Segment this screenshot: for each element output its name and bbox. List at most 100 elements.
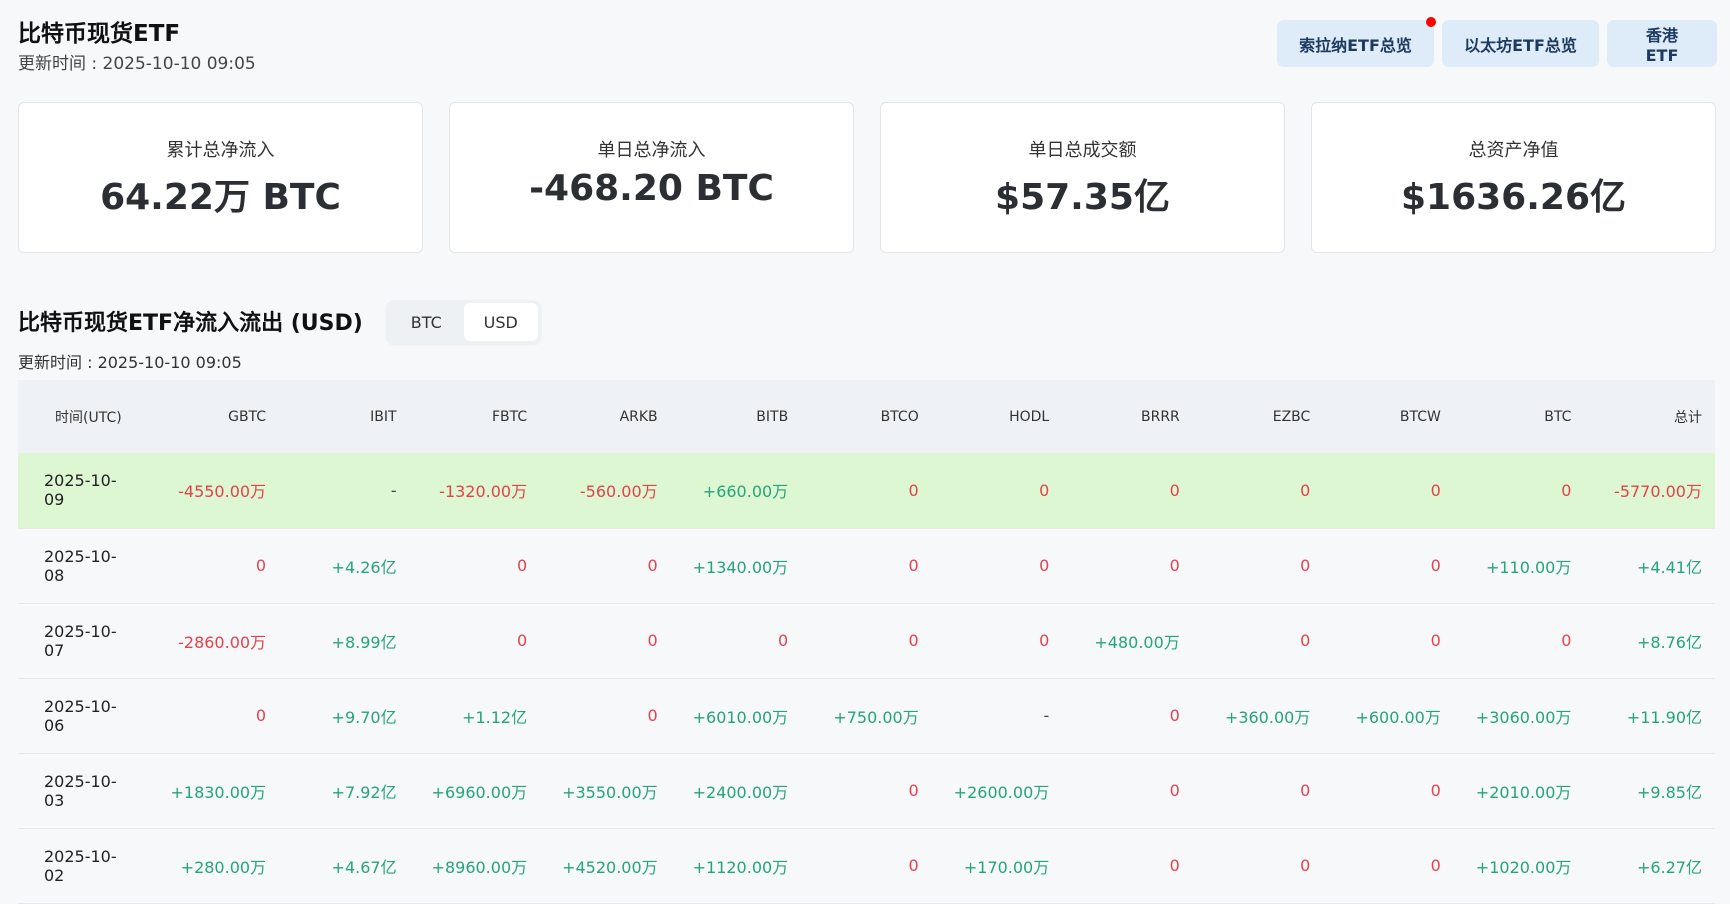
flow-cell: 0 xyxy=(1062,453,1193,529)
flow-cell: +1120.00万 xyxy=(670,828,802,904)
section-title: 比特币现货ETF净流入流出 (USD) xyxy=(18,311,363,336)
flow-cell: +8960.00万 xyxy=(409,828,541,904)
date-cell: 2025-10-09 xyxy=(18,453,149,529)
flow-cell: +3550.00万 xyxy=(540,753,671,829)
table-row: 2025-10-08 0 +4.26亿 0 0 +1340.00万 0 0 0 0 0 +110.00… xyxy=(18,528,1715,604)
flow-cell: +4.26亿 xyxy=(279,528,410,604)
card-label: 总资产净值 xyxy=(1468,140,1559,161)
etf-flow-table: 时间(UTC) GBTC IBIT FBTC ARKB BITB BTCO HODL BRRR E… xyxy=(18,380,1715,904)
flow-cell: +280.00万 xyxy=(148,828,280,904)
column-header: GBTC xyxy=(148,380,280,453)
date-cell: 2025-10-08 xyxy=(18,528,149,604)
card-value: $1636.26亿 xyxy=(1400,177,1627,218)
flow-cell: 0 xyxy=(540,678,671,754)
flow-cell: 0 xyxy=(1062,528,1193,604)
page-updated-time: 更新时间 : 2025-10-10 09:05 xyxy=(18,54,256,74)
card-daily-net-inflow: 单日总净流入 -468.20 BTC xyxy=(449,102,854,253)
flow-cell: 0 xyxy=(1323,528,1454,604)
card-value: $57.35亿 xyxy=(995,177,1170,218)
flow-cell: 0 xyxy=(801,828,932,904)
ethereum-etf-overview-button[interactable]: 以太坊ETF总览 xyxy=(1442,20,1599,67)
flow-cell: +11.90亿 xyxy=(1584,678,1715,754)
table-row: 2025-10-02 +280.00万 +4.67亿 +8960.00万 +4520.0… xyxy=(18,828,1715,904)
solana-etf-overview-label: 索拉纳ETF总览 xyxy=(1299,35,1412,55)
column-header: IBIT xyxy=(279,380,410,453)
flow-cell: 0 xyxy=(1323,753,1454,829)
date-cell: 2025-10-03 xyxy=(18,753,149,829)
column-header: BTCW xyxy=(1323,380,1454,453)
flow-cell: +4520.00万 xyxy=(540,828,671,904)
flow-cell: 0 xyxy=(670,603,802,679)
table-row: 2025-10-03 +1830.00万 +7.92亿 +6960.00万 +3550.… xyxy=(18,753,1715,829)
hongkong-etf-label: 香港 ETF xyxy=(1645,26,1679,65)
column-header: FBTC xyxy=(409,380,541,453)
flow-cell: +6960.00万 xyxy=(409,753,541,829)
notification-dot-icon xyxy=(1426,17,1436,27)
flow-cell: +2600.00万 xyxy=(931,753,1063,829)
flow-cell: 0 xyxy=(1192,828,1324,904)
toggle-btc[interactable]: BTC xyxy=(389,303,464,341)
flow-cell: +8.99亿 xyxy=(279,603,410,679)
card-value: -468.20 BTC xyxy=(529,168,774,209)
toggle-usd[interactable]: USD xyxy=(463,303,538,341)
ethereum-etf-overview-label: 以太坊ETF总览 xyxy=(1464,35,1577,55)
table-row: 2025-10-06 0 +9.70亿 +1.12亿 0 +6010.00万 +750.00… xyxy=(18,678,1715,754)
card-daily-volume: 单日总成交额 $57.35亿 xyxy=(880,102,1285,253)
flow-cell: 0 xyxy=(1062,678,1193,754)
flow-cell: 0 xyxy=(931,603,1063,679)
flow-cell: +1020.00万 xyxy=(1453,828,1585,904)
date-cell: 2025-10-07 xyxy=(18,603,149,679)
flow-cell: -4550.00万 xyxy=(148,453,280,529)
section-updated-time: 更新时间 : 2025-10-10 09:05 xyxy=(18,353,242,372)
column-header: ARKB xyxy=(540,380,671,453)
summary-cards: 累计总净流入 64.22万 BTC 单日总净流入 -468.20 BTC 单日总… xyxy=(18,102,1716,253)
date-cell: 2025-10-06 xyxy=(18,678,149,754)
flow-cell: +6.27亿 xyxy=(1584,828,1715,904)
flow-cell: +9.70亿 xyxy=(279,678,410,754)
flow-cell: 0 xyxy=(1323,603,1454,679)
flow-cell: +360.00万 xyxy=(1192,678,1324,754)
column-header: BTCO xyxy=(801,380,932,453)
card-label: 单日总净流入 xyxy=(597,140,706,161)
page-title: 比特币现货ETF xyxy=(18,21,181,47)
flow-cell: +1340.00万 xyxy=(670,528,802,604)
flow-cell: +9.85亿 xyxy=(1584,753,1715,829)
flow-cell: +2400.00万 xyxy=(670,753,802,829)
flow-cell: +1830.00万 xyxy=(148,753,280,829)
flow-cell: +1.12亿 xyxy=(409,678,541,754)
card-label: 累计总净流入 xyxy=(166,140,275,161)
column-header: 总计 xyxy=(1584,380,1715,453)
flow-cell: 0 xyxy=(1062,828,1193,904)
flow-cell: 0 xyxy=(1453,453,1585,529)
flow-cell: 0 xyxy=(801,603,932,679)
column-header: BRRR xyxy=(1062,380,1193,453)
flow-cell: 0 xyxy=(540,528,671,604)
column-header: HODL xyxy=(931,380,1063,453)
column-header: EZBC xyxy=(1192,380,1324,453)
column-header: BTC xyxy=(1453,380,1585,453)
flow-cell: 0 xyxy=(931,453,1063,529)
flow-cell: +2010.00万 xyxy=(1453,753,1585,829)
flow-cell: 0 xyxy=(409,528,541,604)
hongkong-etf-button[interactable]: 香港 ETF xyxy=(1607,20,1717,67)
flow-cell: -2860.00万 xyxy=(148,603,280,679)
column-header: BITB xyxy=(670,380,802,453)
table-row: 2025-10-09 -4550.00万 - -1320.00万 -560.00万 +66… xyxy=(18,453,1715,529)
flow-cell: -5770.00万 xyxy=(1584,453,1715,529)
flow-cell: 0 xyxy=(801,528,932,604)
flow-cell: +110.00万 xyxy=(1453,528,1585,604)
flow-cell: +750.00万 xyxy=(801,678,932,754)
card-label: 单日总成交额 xyxy=(1028,140,1137,161)
date-cell: 2025-10-02 xyxy=(18,828,149,904)
flow-cell: 0 xyxy=(801,753,932,829)
solana-etf-overview-button[interactable]: 索拉纳ETF总览 xyxy=(1277,17,1436,67)
flow-cell: 0 xyxy=(148,528,280,604)
flow-cell: 0 xyxy=(148,678,280,754)
flow-cell: +4.67亿 xyxy=(279,828,410,904)
flow-cell: 0 xyxy=(409,603,541,679)
table-row: 2025-10-07 -2860.00万 +8.99亿 0 0 0 0 0 +480.00万 0 0… xyxy=(18,603,1715,679)
card-value: 64.22万 BTC xyxy=(100,177,341,218)
flow-cell: +4.41亿 xyxy=(1584,528,1715,604)
flow-cell: 0 xyxy=(1323,828,1454,904)
flow-cell: +660.00万 xyxy=(670,453,802,529)
